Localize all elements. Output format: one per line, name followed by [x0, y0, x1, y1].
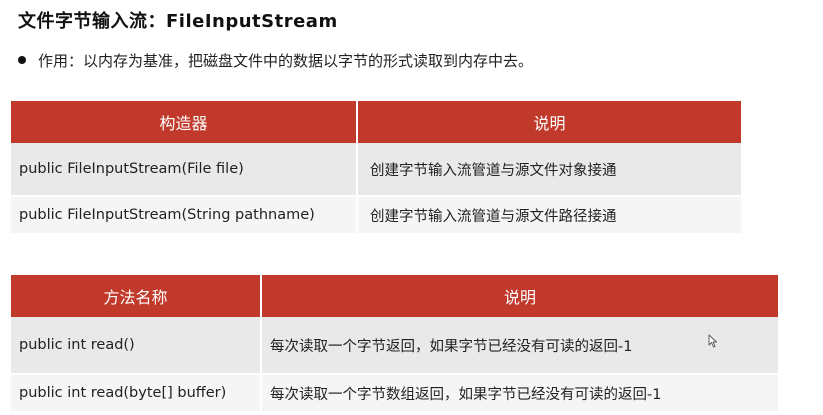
- table-row: public int read(byte[] buffer) 每次读取一个字节数…: [11, 373, 778, 411]
- table-row: public FileInputStream(String pathname) …: [11, 195, 741, 233]
- method-description: 每次读取一个字节数组返回，如果字节已经没有可读的返回-1: [260, 375, 778, 411]
- constructor-description: 创建字节输入流管道与源文件对象接通: [356, 143, 741, 195]
- table-row: public FileInputStream(File file) 创建字节输入…: [11, 143, 741, 195]
- constructor-signature: public FileInputStream(File file): [19, 161, 244, 177]
- constructors-table: 构造器 说明 public FileInputStream(File file)…: [11, 101, 741, 233]
- methods-table: 方法名称 说明 public int read() 每次读取一个字节返回，如果字…: [11, 275, 778, 411]
- header-constructor: 构造器: [159, 114, 208, 133]
- bullet-item: 作用：以内存为基准，把磁盘文件中的数据以字节的形式读取到内存中去。: [18, 50, 533, 71]
- mouse-cursor-icon: [708, 334, 717, 348]
- header-description: 说明: [260, 275, 778, 317]
- table-header-row: 构造器 说明: [11, 101, 741, 143]
- header-description: 说明: [356, 101, 741, 143]
- bullet-text: 作用：以内存为基准，把磁盘文件中的数据以字节的形式读取到内存中去。: [38, 52, 534, 70]
- header-method-name: 方法名称: [103, 288, 168, 307]
- table-row: public int read() 每次读取一个字节返回，如果字节已经没有可读的…: [11, 317, 778, 373]
- method-description: 每次读取一个字节返回，如果字节已经没有可读的返回-1: [260, 317, 778, 373]
- page-title: 文件字节输入流：FileInputStream: [18, 11, 338, 32]
- method-signature: public int read(byte[] buffer): [19, 385, 227, 401]
- bullet-dot-icon: [18, 55, 26, 64]
- constructor-description: 创建字节输入流管道与源文件路径接通: [356, 197, 741, 233]
- method-signature: public int read(): [19, 337, 135, 353]
- constructor-signature: public FileInputStream(String pathname): [19, 207, 315, 223]
- table-header-row: 方法名称 说明: [11, 275, 778, 317]
